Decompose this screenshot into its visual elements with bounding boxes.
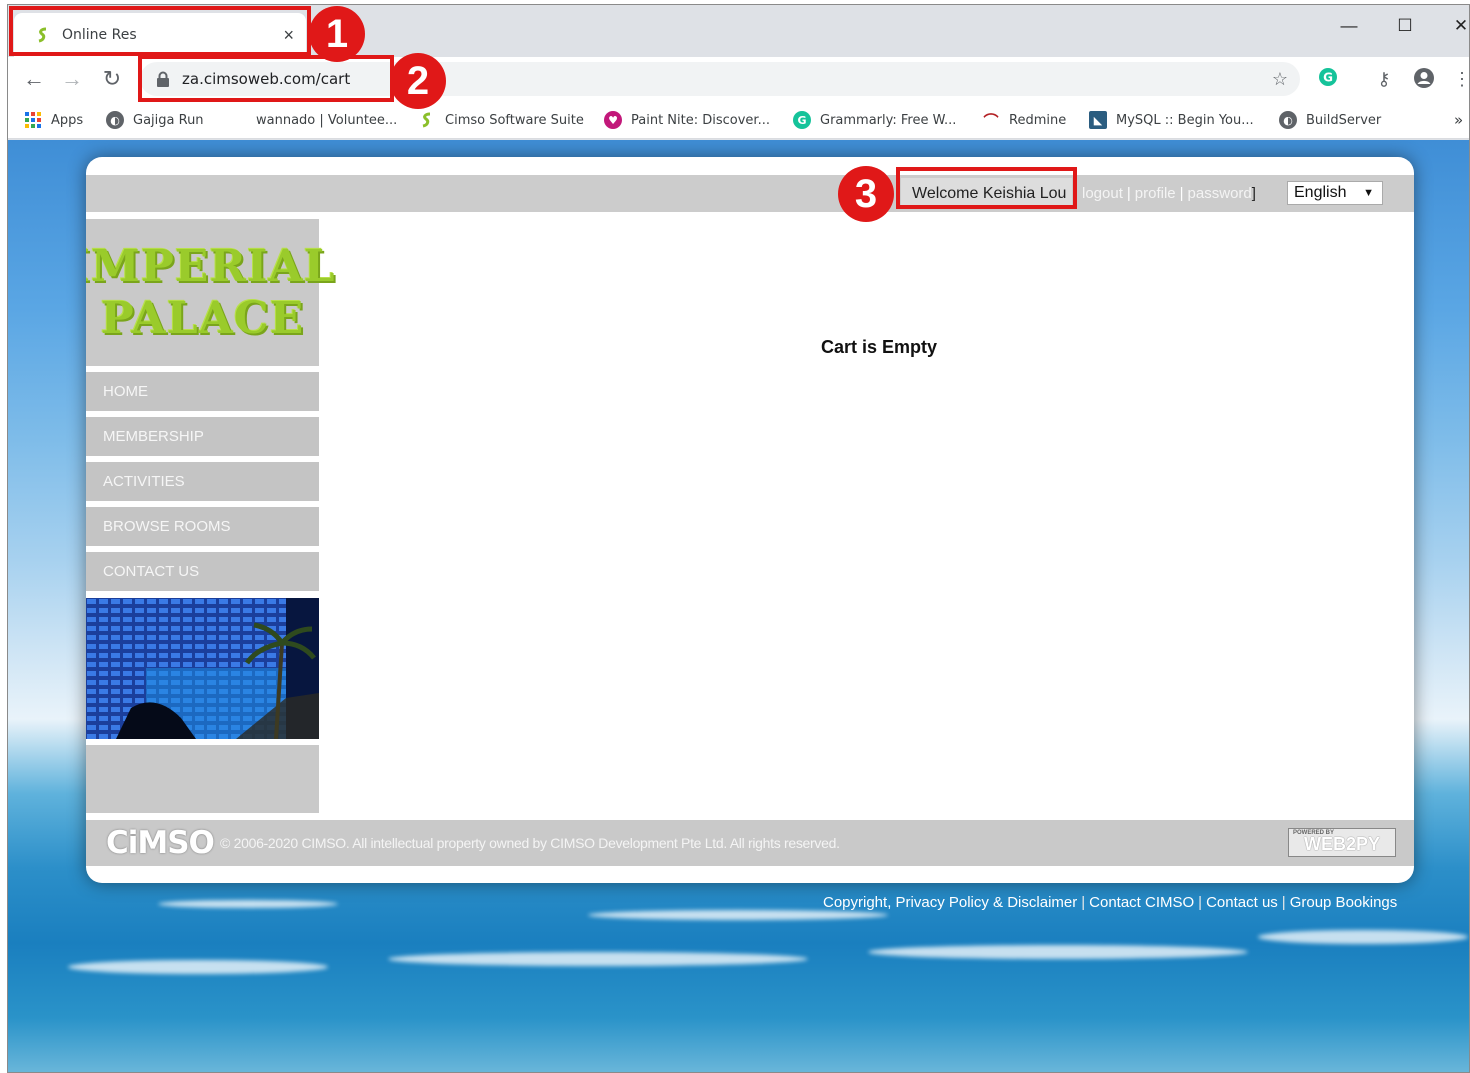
logo-line: PALACE [100,292,305,344]
link-group-bookings[interactable]: Group Bookings [1290,894,1398,911]
bookmark-redmine[interactable]: ⌒ Redmine [982,109,1066,131]
cimso-icon [418,111,436,129]
bookmark-label: Gajiga Run [133,112,204,128]
footer-bar: CiMSO © 2006-2020 CIMSO. All intellectua… [86,820,1414,866]
close-window-icon[interactable]: ✕ [1438,11,1469,41]
callout-box-tab [9,6,311,56]
minimize-icon[interactable]: — [1326,11,1372,41]
bookmarks-overflow-icon[interactable]: » [1454,109,1463,131]
cart-empty-message: Cart is Empty [821,337,938,357]
wave-foam [388,952,808,966]
user-bar: Welcome Keishia Lou logout | profile | passw… [86,175,1414,212]
imperial-palace-logo[interactable]: IMPERIAL PALACE [86,219,335,366]
wave-foam [1258,930,1468,944]
logout-link[interactable]: logout [1082,185,1123,202]
bookmark-mysql[interactable]: ◣ MySQL :: Begin You... [1089,109,1254,131]
globe-icon: ◐ [1279,111,1297,129]
link-contact-us[interactable]: Contact us [1206,894,1278,911]
menu-item-home[interactable]: HOME [86,372,319,411]
link-separator: | [1126,185,1131,202]
bookmark-cimso-suite[interactable]: Cimso Software Suite [418,109,584,131]
forward-arrow-icon[interactable]: → [58,65,86,93]
back-arrow-icon[interactable]: ← [20,65,48,93]
link-contact-cimso[interactable]: Contact CIMSO [1089,894,1194,911]
wave-foam [588,910,888,920]
bookmark-grammarly[interactable]: G Grammarly: Free W... [793,109,956,131]
page-viewport: Welcome Keishia Lou logout | profile | passw… [8,140,1469,1072]
sidebar: IMPERIAL PALACE HOME MEMBERSHIP ACTIVITI… [86,219,335,813]
redmine-icon: ⌒ [983,111,999,130]
reload-icon[interactable]: ↻ [98,65,126,93]
globe-icon: ◐ [106,111,124,129]
logo-line: IMPERIAL [86,240,336,292]
apps-grid-icon [24,111,42,129]
badge-small-text: POWERED BY [1293,830,1335,836]
bookmark-apps[interactable]: Apps [24,109,83,131]
callout-box-url [138,55,394,102]
wave-foam [868,945,1248,959]
link-separator: | [1281,894,1286,911]
link-copyright-privacy[interactable]: Copyright, Privacy Policy & Disclaimer [823,894,1077,911]
callout-number-3: 3 [838,166,894,222]
grammarly-icon: G [793,111,811,129]
menu-item-activities[interactable]: ACTIVITIES [86,462,319,501]
wave-foam [158,900,338,908]
bookmark-label: MySQL :: Begin You... [1116,112,1254,128]
profile-link[interactable]: profile [1135,185,1176,202]
callout-number-2: 2 [390,53,446,109]
paint-nite-icon: ♥ [604,111,622,129]
badge-text: WEB2PY [1303,834,1381,854]
user-links: logout | profile | password] [1082,185,1256,202]
maximize-icon[interactable]: ☐ [1382,11,1428,41]
bookmark-label: Grammarly: Free W... [820,112,957,128]
callout-box-welcome [896,167,1077,209]
page-card: Welcome Keishia Lou logout | profile | passw… [86,157,1414,883]
link-separator: | [1081,894,1086,911]
menu-item-membership[interactable]: MEMBERSHIP [86,417,319,456]
callout-number-1: 1 [309,6,365,62]
menu-item-contact-us[interactable]: CONTACT US [86,552,319,591]
dropdown-caret-icon: ▼ [1363,187,1374,199]
hotel-photo [86,598,319,739]
link-separator: | [1198,894,1203,911]
profile-avatar-icon[interactable] [1412,67,1436,91]
web2py-badge[interactable]: POWERED BY WEB2PY [1288,828,1396,857]
grammarly-extension-icon[interactable]: G [1316,67,1340,91]
menu-dots-icon[interactable]: ⋮ [1450,67,1469,91]
menu-item-browse-rooms[interactable]: BROWSE ROOMS [86,507,319,546]
bookmark-gajiga-run[interactable]: ◐ Gajiga Run [106,109,204,131]
bookmark-wannado[interactable]: wannado | Voluntee... [256,109,397,131]
browser-window: Online Res × + — ☐ ✕ ← → ↻ za.cimsoweb.c… [7,4,1470,1073]
bookmark-label: wannado | Voluntee... [256,112,398,128]
key-icon[interactable]: ⚷ [1372,67,1396,91]
bookmarks-bar: Apps ◐ Gajiga Run wannado | Voluntee... … [8,101,1469,139]
bookmark-star-icon[interactable]: ☆ [1268,67,1292,91]
cimso-logo[interactable]: CiMSO [106,825,215,861]
bottom-links: Copyright, Privacy Policy & Disclaimer | C… [823,894,1397,911]
bookmark-label: Cimso Software Suite [445,112,584,128]
language-value: English [1294,184,1347,201]
copyright-text: © 2006-2020 CIMSO. All intellectual prop… [220,835,840,851]
bookmark-paint-nite[interactable]: ♥ Paint Nite: Discover... [604,109,770,131]
svg-text:G: G [1323,71,1333,85]
bookmark-label: BuildServer [1306,112,1382,128]
bracket: ] [1251,185,1256,202]
bookmark-buildserver[interactable]: ◐ BuildServer [1279,109,1381,131]
bookmark-label: Paint Nite: Discover... [631,112,770,128]
mysql-icon: ◣ [1089,111,1107,129]
sidebar-filler [86,745,319,813]
bookmark-label: Redmine [1009,112,1067,128]
language-select[interactable]: English ▼ [1287,181,1383,205]
wave-foam [68,960,328,974]
link-separator: | [1179,185,1184,202]
password-link[interactable]: password [1188,185,1252,202]
bookmark-label: Apps [51,112,84,128]
